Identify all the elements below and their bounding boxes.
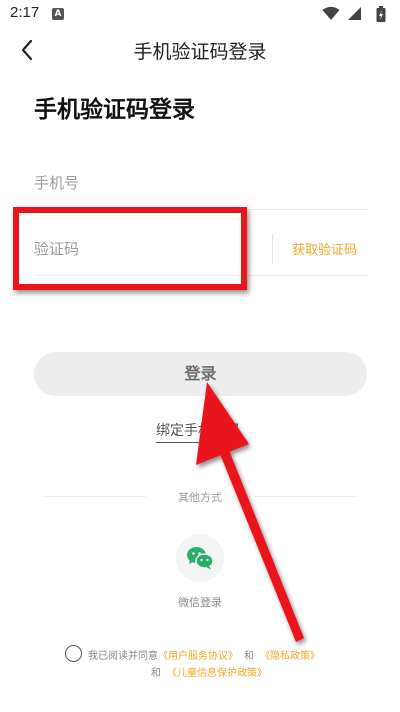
nav-bar: 手机验证码登录 [0,28,400,70]
phone-row [34,158,368,210]
nav-title: 手机验证码登录 [133,41,267,63]
battery-charging-icon [376,6,386,22]
wifi-icon [322,6,340,20]
arrow-shaft [216,440,304,642]
wechat-login-label: 微信登录 [178,596,222,609]
agreement-line-2: 和《儿童信息保护政策》 [151,664,267,679]
login-button[interactable]: 登录 [34,352,367,396]
agreement-prefix: 我已阅读并同意 [88,651,158,662]
privacy-policy-link[interactable]: 《隐私政策》 [260,651,320,662]
wechat-login-button[interactable] [176,534,224,582]
notification-a-icon: A [52,8,64,20]
get-code-button[interactable]: 获取验证码 [292,239,357,258]
agreement-and-1: 和 [244,651,254,662]
children-policy-link[interactable]: 《儿童信息保护政策》 [167,668,267,679]
annotation-highlight-box [13,207,247,290]
agreement-radio[interactable] [65,645,82,662]
other-methods-label: 其他方式 [178,491,222,504]
cellular-signal-icon [348,7,361,20]
bind-phone-link[interactable]: 绑定手机号码 [156,420,240,443]
wechat-icon [187,547,214,570]
agreement-and-2: 和 [151,668,161,679]
status-time: 2:17 [10,4,40,21]
status-bar: 2:17 A [0,0,400,28]
agreement-line-1: 我已阅读并同意《用户服务协议》和《隐私政策》 [88,647,320,662]
user-agreement-link[interactable]: 《用户服务协议》 [158,651,238,662]
code-divider [272,234,273,264]
divider-right [254,496,358,497]
page-title: 手机验证码登录 [34,97,195,123]
phone-input[interactable] [34,170,364,196]
